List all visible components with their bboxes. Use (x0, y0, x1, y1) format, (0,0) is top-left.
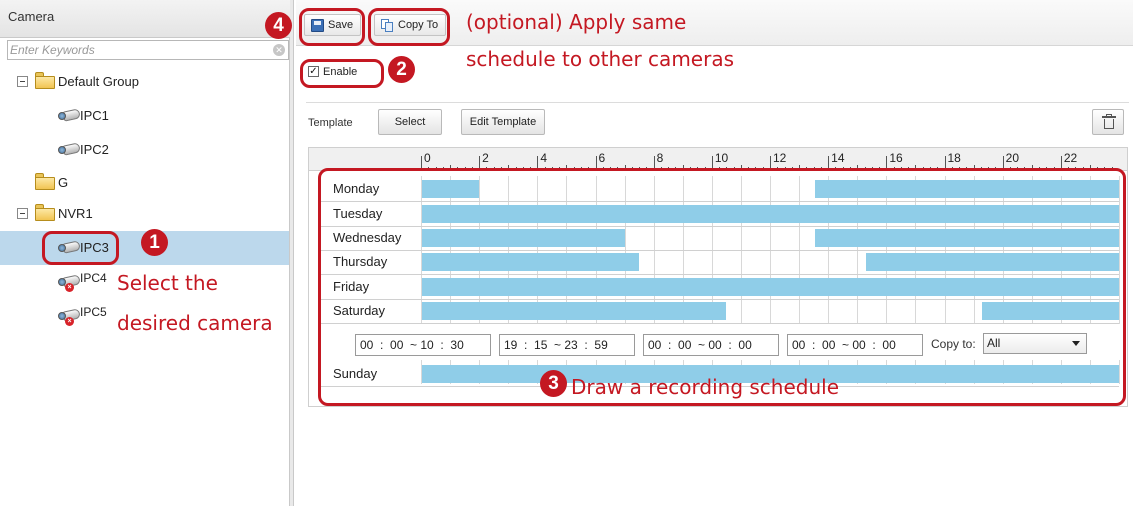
edit-template-button[interactable]: Edit Template (461, 109, 545, 135)
tree-item-label: IPC5 (80, 305, 107, 319)
camera-panel-title: Camera (8, 9, 55, 24)
tree-item-ipc2[interactable]: IPC2 (0, 138, 289, 162)
hour-tick-label: 10 (714, 151, 729, 165)
tree-item-label: IPC4 (80, 271, 107, 285)
hour-tick-label: 0 (424, 151, 431, 165)
hour-tick-label: 20 (1005, 151, 1020, 165)
camera-icon (58, 141, 82, 159)
tree-item-nvr1[interactable]: NVR1 (0, 202, 289, 226)
camera-offline-icon: × (58, 307, 82, 326)
tree-item-ipc1[interactable]: IPC1 (0, 104, 289, 128)
search-box[interactable]: ✕ (7, 40, 289, 60)
tree-item-label: NVR1 (58, 206, 93, 221)
hour-tick-label: 12 (773, 151, 787, 165)
hour-tick-label: 6 (598, 151, 606, 165)
search-input[interactable] (10, 42, 260, 58)
note-copy-line2: schedule to other cameras (466, 47, 734, 71)
tree-item-label: IPC1 (80, 108, 109, 123)
tree-item-label: G (58, 175, 69, 190)
note-select-line1: Select the (117, 271, 218, 295)
tree-item-ipc5[interactable]: × IPC5 (0, 304, 120, 328)
camera-panel-header: Camera (0, 0, 290, 38)
hour-tick-label: 22 (1063, 151, 1078, 165)
tree-item-default-group[interactable]: Default Group (0, 70, 289, 94)
camera-icon (58, 107, 82, 125)
step-badge-1: 1 (141, 229, 168, 256)
hour-tick-label: 14 (831, 151, 845, 165)
callout-copy-to-outline (368, 8, 450, 46)
collapse-toggle-icon[interactable] (17, 208, 28, 219)
collapse-toggle-icon[interactable] (17, 76, 28, 87)
tree-item-label: IPC2 (80, 142, 109, 157)
note-draw-schedule: Draw a recording schedule (571, 375, 840, 399)
tree-item-label: Default Group (58, 74, 139, 89)
callout-save-outline (299, 8, 365, 46)
callout-enable-outline (300, 59, 384, 88)
template-label: Template (308, 117, 353, 129)
folder-icon (35, 173, 57, 190)
hour-tick-label: 8 (656, 151, 664, 165)
select-template-button[interactable]: Select (378, 109, 442, 135)
callout-ipc3-outline (42, 231, 119, 265)
divider (306, 102, 1129, 103)
hour-tick-label: 4 (540, 151, 548, 165)
tree-item-g[interactable]: G (0, 171, 289, 195)
folder-icon (35, 204, 57, 221)
folder-icon (35, 72, 57, 89)
panel-splitter[interactable] (290, 0, 294, 506)
camera-offline-icon: × (58, 273, 82, 292)
note-copy-line1: (optional) Apply same (466, 10, 687, 34)
trash-icon (1104, 119, 1114, 129)
hour-tick-label: 2 (482, 151, 489, 165)
clear-search-icon[interactable]: ✕ (273, 44, 285, 56)
step-badge-3: 3 (540, 370, 567, 397)
hour-tick-label: 16 (889, 151, 903, 165)
delete-button[interactable] (1092, 109, 1124, 135)
note-select-line2: desired camera (117, 311, 273, 335)
callout-schedule-outline (318, 168, 1126, 406)
step-badge-4: 4 (265, 12, 292, 39)
trash-icon-lid (1102, 116, 1116, 118)
step-badge-2: 2 (388, 56, 415, 83)
tree-item-ipc4[interactable]: × IPC4 (0, 270, 120, 294)
hour-tick-label: 18 (947, 151, 961, 165)
